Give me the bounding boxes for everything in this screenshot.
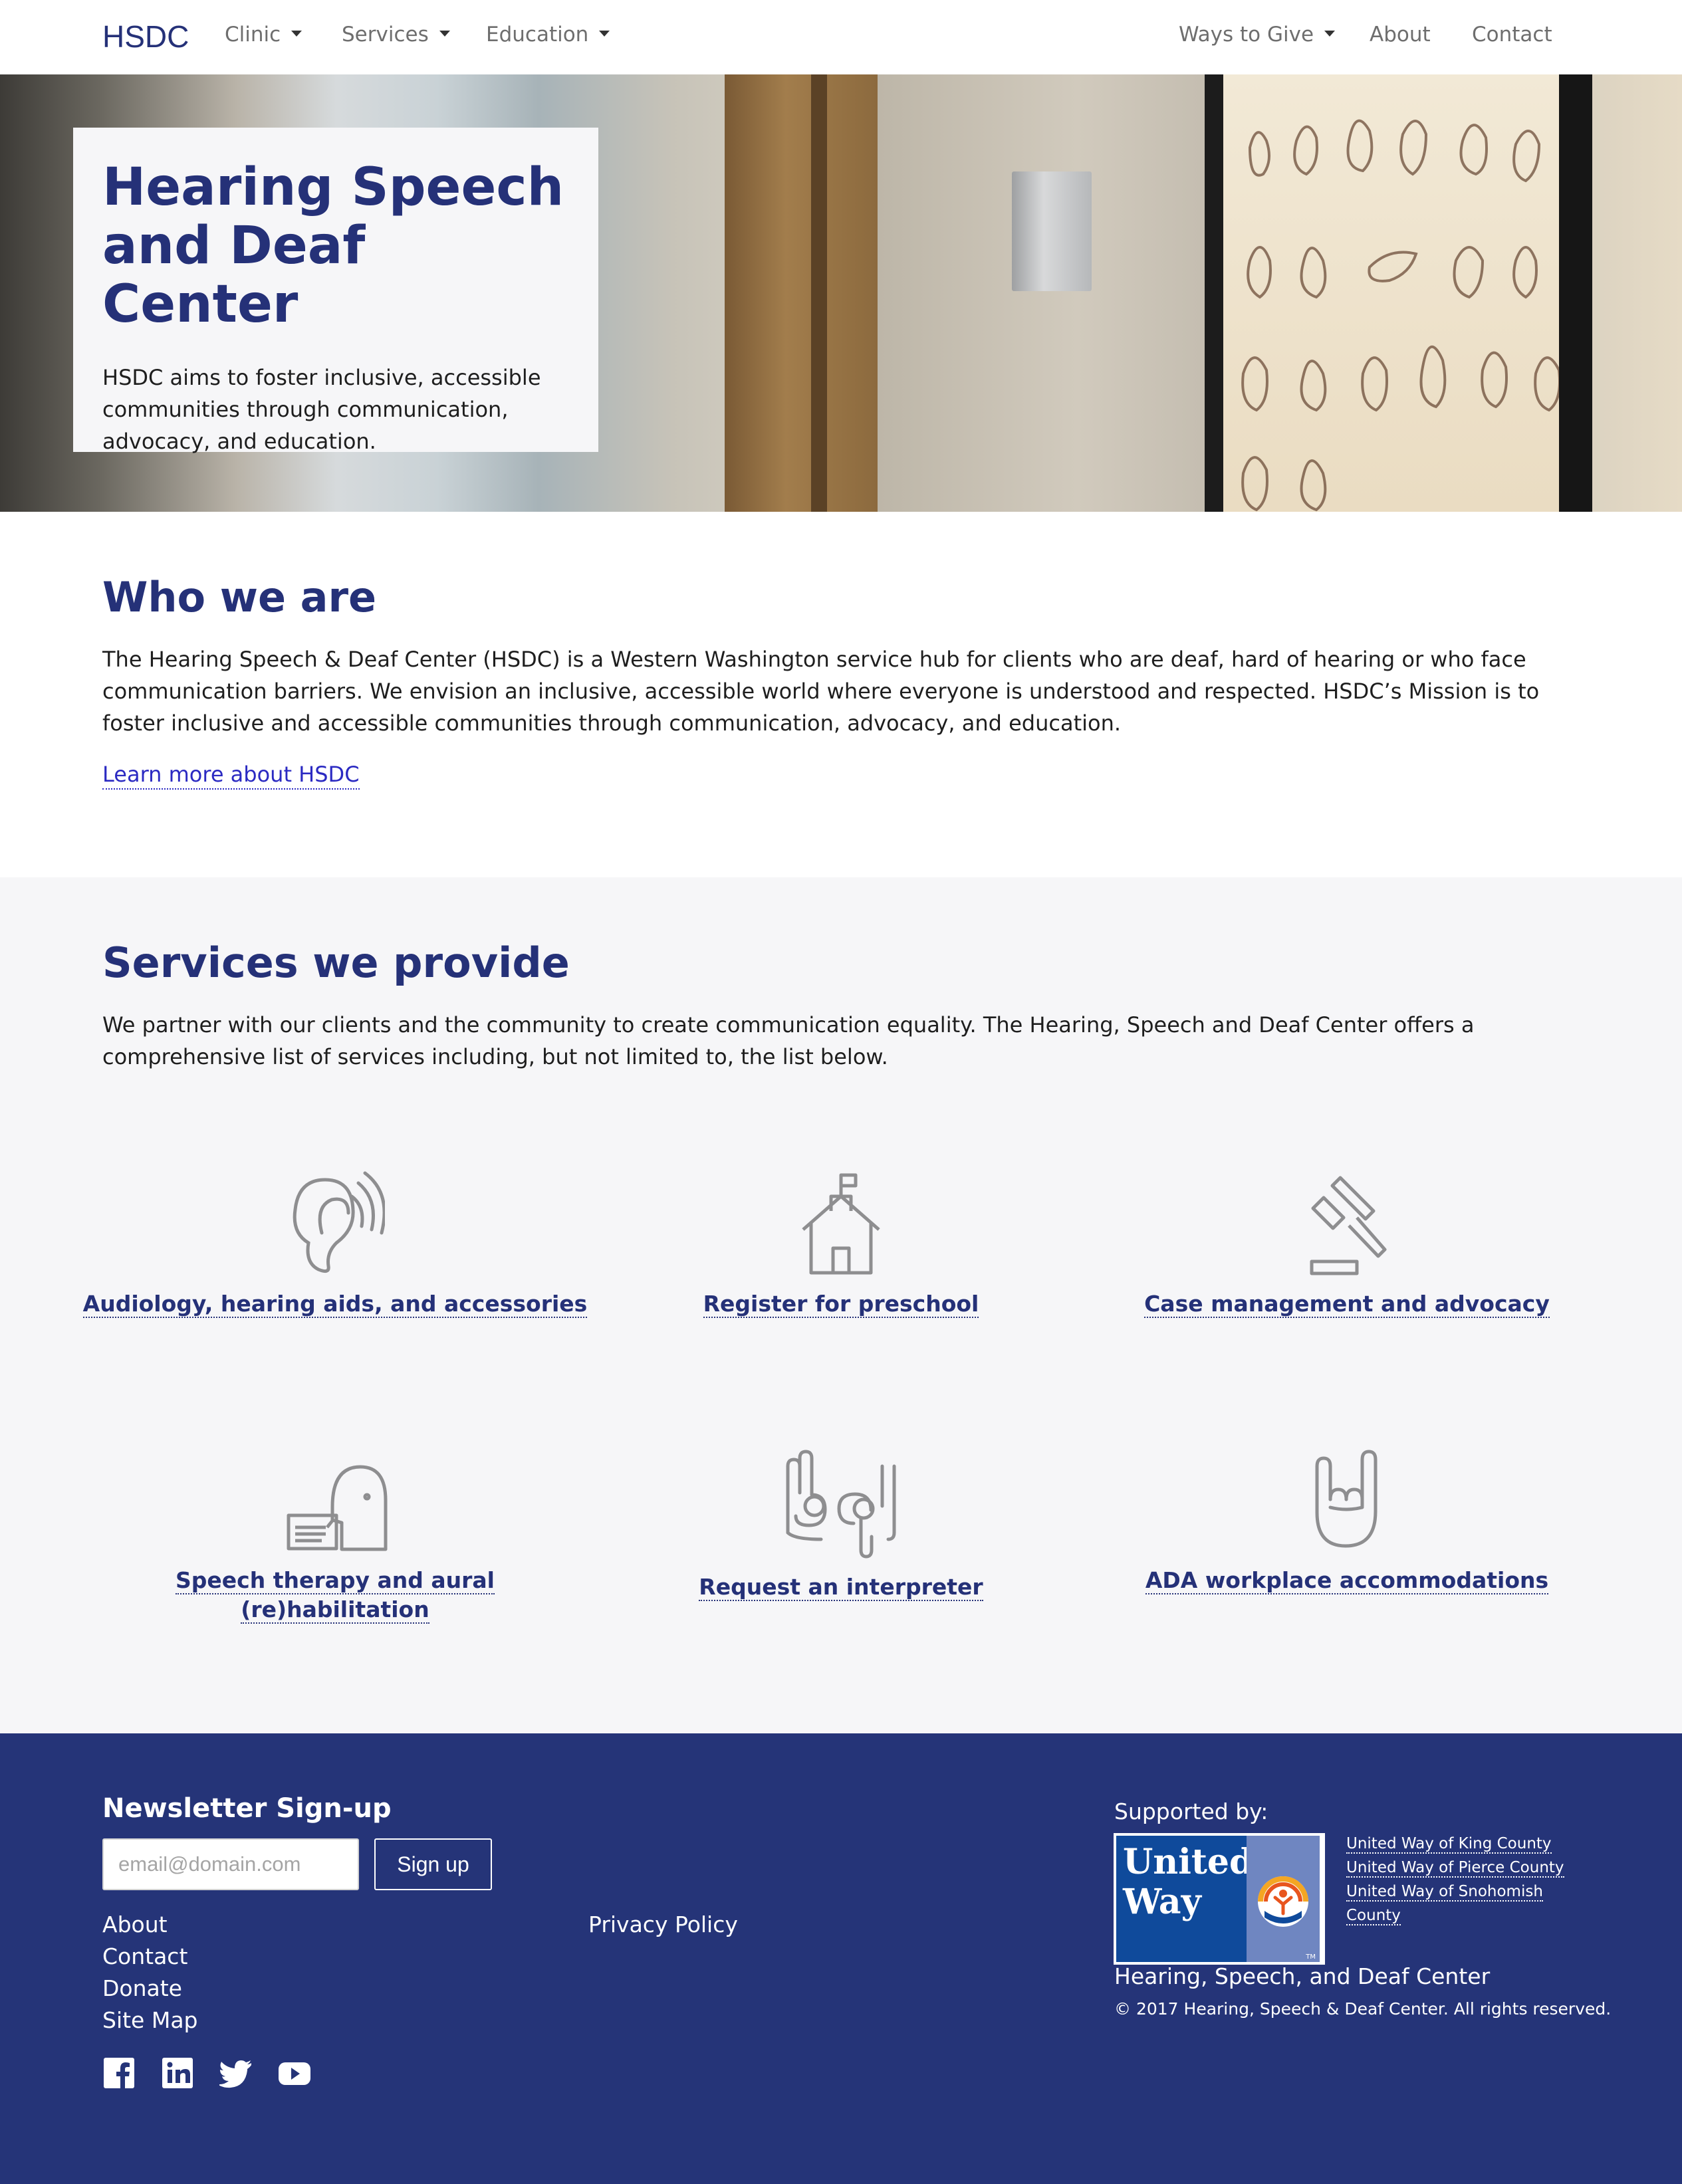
gavel-icon	[1310, 1176, 1387, 1275]
trademark-mark: TM	[1306, 1953, 1316, 1961]
footer-link-donate[interactable]: Donate	[102, 1975, 182, 2001]
nav-clinic[interactable]: Clinic	[225, 23, 302, 47]
service-speech-therapy[interactable]: Speech therapy and aural (re)habilitatio…	[82, 1446, 588, 1624]
footer-link-contact[interactable]: Contact	[102, 1943, 187, 1969]
newsletter-email-input[interactable]	[102, 1838, 359, 1890]
twitter-icon[interactable]	[217, 2056, 253, 2090]
hero-photo-door	[725, 74, 878, 512]
service-interpreter[interactable]: Request an interpreter	[588, 1446, 1094, 1602]
service-audiology-label: Audiology, hearing aids, and accessories	[82, 1291, 588, 1318]
united-way-logo-inner: United Way TM	[1116, 1836, 1322, 1962]
who-paragraph: The Hearing Speech & Deaf Center (HSDC) …	[102, 647, 1540, 736]
uw-pierce-county-link[interactable]: United Way of Pierce County	[1346, 1856, 1566, 1880]
united-way-links: United Way of King County United Way of …	[1346, 1832, 1566, 1927]
uw-king-county-link[interactable]: United Way of King County	[1346, 1832, 1566, 1856]
hero-photo-frame	[1205, 74, 1223, 512]
nav-about[interactable]: About	[1370, 23, 1431, 47]
site-footer: Newsletter Sign-up Sign up About Contact…	[0, 1733, 1682, 2184]
service-preschool-label-wrap: Register for preschool	[703, 1289, 979, 1319]
speech-head-icon	[287, 1465, 388, 1551]
nav-ways-to-give-label: Ways to Give	[1179, 23, 1314, 47]
hero-title: Hearing Speech and Deaf Center	[102, 158, 564, 334]
ear-icon	[293, 1171, 385, 1273]
service-speech-therapy-label: Speech therapy and aural (re)habilitatio…	[176, 1567, 495, 1624]
hero-text: HSDC aims to foster inclusive, accessibl…	[102, 365, 541, 454]
caret-down-icon	[599, 31, 610, 37]
hero-photo-frame-right	[1559, 74, 1592, 512]
newsletter-signup-button[interactable]: Sign up	[374, 1838, 492, 1890]
who-heading: Who we are	[102, 573, 377, 621]
footer-link-about[interactable]: About	[102, 1911, 168, 1937]
nav-education[interactable]: Education	[486, 23, 610, 47]
caret-down-icon	[439, 31, 450, 37]
who-we-are-section: Who we are The Hearing Speech & Deaf Cen…	[0, 512, 1682, 877]
hero-banner: Hearing Speech and Deaf Center HSDC aims…	[0, 74, 1682, 512]
uw-pierce-county-label: United Way of Pierce County	[1346, 1859, 1564, 1878]
sign-language-icon	[786, 1450, 896, 1559]
supported-by-label: Supported by:	[1114, 1799, 1268, 1824]
service-audiology[interactable]: Audiology, hearing aids, and accessories	[82, 1170, 588, 1319]
united-way-emblem: TM	[1247, 1836, 1320, 1962]
ily-hand-icon	[1315, 1450, 1378, 1548]
nav-contact[interactable]: Contact	[1472, 23, 1552, 47]
services-section: Services we provide We partner with our …	[0, 877, 1682, 1733]
hero-photo-edge	[1592, 74, 1682, 512]
footer-copyright: © 2017 Hearing, Speech & Deaf Center. Al…	[1114, 1999, 1612, 2019]
service-ada[interactable]: ADA workplace accommodations	[1094, 1446, 1600, 1595]
service-case-management-label-wrap: Case management and advocacy	[1144, 1289, 1550, 1319]
learn-more-link[interactable]: Learn more about HSDC	[102, 762, 360, 790]
service-preschool-label: Register for preschool	[703, 1291, 979, 1318]
service-ada-label-wrap: ADA workplace accommodations	[1145, 1566, 1549, 1595]
hero-photo-wall	[878, 74, 1210, 512]
hero-photo-sign-alphabet-chart	[1223, 74, 1596, 512]
youtube-icon[interactable]	[278, 2056, 311, 2090]
footer-link-privacy-policy[interactable]: Privacy Policy	[588, 1911, 738, 1937]
footer-link-site-map[interactable]: Site Map	[102, 2007, 198, 2033]
sign-alphabet-illustration	[1241, 119, 1561, 512]
united-way-emblem-icon	[1258, 1876, 1308, 1927]
nav-services[interactable]: Services	[342, 23, 450, 47]
nav-services-label: Services	[342, 23, 429, 47]
service-case-management-label: Case management and advocacy	[1144, 1291, 1550, 1318]
services-heading: Services we provide	[102, 938, 570, 987]
brand-logo[interactable]: HSDC	[102, 19, 189, 55]
service-ada-label: ADA workplace accommodations	[1145, 1567, 1549, 1594]
top-navbar: HSDC Clinic Services Education Ways to G…	[0, 0, 1682, 74]
service-interpreter-label-wrap: Request an interpreter	[699, 1573, 983, 1602]
united-way-logo: United Way TM	[1114, 1833, 1325, 1965]
services-paragraph: We partner with our clients and the comm…	[102, 1012, 1475, 1069]
uw-king-county-label: United Way of King County	[1346, 1835, 1552, 1854]
uw-snohomish-county-link[interactable]: United Way of Snohomish County	[1346, 1880, 1566, 1927]
service-preschool[interactable]: Register for preschool	[588, 1170, 1094, 1319]
hero-photo-plaque	[1012, 171, 1092, 291]
facebook-icon[interactable]	[102, 2056, 136, 2090]
footer-org-name: Hearing, Speech, and Deaf Center	[1114, 1963, 1491, 1989]
hero-card: Hearing Speech and Deaf Center HSDC aims…	[73, 128, 598, 454]
schoolhouse-icon	[802, 1173, 880, 1275]
newsletter-title: Newsletter Sign-up	[102, 1793, 392, 1824]
nav-ways-to-give[interactable]: Ways to Give	[1179, 23, 1336, 47]
nav-education-label: Education	[486, 23, 589, 47]
service-speech-therapy-label-wrap: Speech therapy and aural (re)habilitatio…	[82, 1566, 588, 1624]
uw-snohomish-county-label: United Way of Snohomish County	[1346, 1883, 1543, 1925]
caret-down-icon	[1324, 31, 1336, 37]
service-interpreter-label: Request an interpreter	[699, 1574, 983, 1601]
hero-photo-door-edge	[811, 74, 827, 512]
nav-clinic-label: Clinic	[225, 23, 281, 47]
linkedin-icon[interactable]	[161, 2056, 194, 2090]
caret-down-icon	[291, 31, 302, 37]
service-case-management[interactable]: Case management and advocacy	[1094, 1170, 1600, 1319]
service-audiology-label-wrap: Audiology, hearing aids, and accessories	[82, 1289, 588, 1319]
united-way-logo-text: United Way	[1116, 1836, 1253, 1962]
